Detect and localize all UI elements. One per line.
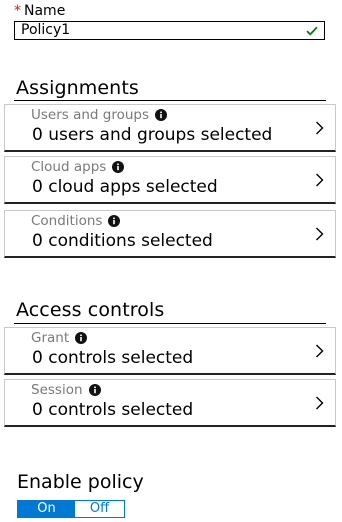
cloud-apps-value: 0 cloud apps selected xyxy=(32,177,218,197)
chevron-right-icon xyxy=(315,173,324,187)
assignments-divider xyxy=(14,100,326,101)
info-icon[interactable] xyxy=(88,384,101,396)
chevron-right-icon xyxy=(315,121,324,135)
checkmark-icon xyxy=(306,26,318,36)
grant-value: 0 controls selected xyxy=(32,348,194,368)
card-title: Cloud apps xyxy=(31,158,125,176)
info-icon[interactable] xyxy=(75,332,88,344)
cloud-apps-title: Cloud apps xyxy=(31,159,107,175)
chevron-right-icon xyxy=(315,344,324,358)
cloud-apps-card[interactable]: Cloud apps 0 cloud apps selected xyxy=(4,156,336,204)
access-controls-heading: Access controls xyxy=(16,299,165,321)
card-title: Conditions xyxy=(31,212,121,230)
toggle-on-option[interactable]: On xyxy=(18,501,75,517)
users-and-groups-card[interactable]: Users and groups 0 users and groups sele… xyxy=(4,104,336,152)
card-title: Session xyxy=(31,381,101,399)
session-value: 0 controls selected xyxy=(32,400,194,420)
users-and-groups-value: 0 users and groups selected xyxy=(32,125,273,145)
chevron-right-icon xyxy=(315,227,324,241)
grant-card[interactable]: Grant 0 controls selected xyxy=(4,327,336,375)
name-input[interactable]: Policy1 xyxy=(14,21,325,40)
name-field-label: * Name xyxy=(14,2,65,20)
session-card[interactable]: Session 0 controls selected xyxy=(4,379,336,427)
conditions-value: 0 conditions selected xyxy=(32,231,213,251)
access-controls-divider xyxy=(14,323,326,324)
card-title: Users and groups xyxy=(31,106,168,124)
chevron-right-icon xyxy=(315,396,324,410)
enable-policy-label: Enable policy xyxy=(17,471,144,493)
conditions-title: Conditions xyxy=(31,213,103,229)
conditions-card[interactable]: Conditions 0 conditions selected xyxy=(4,210,336,258)
assignments-heading: Assignments xyxy=(16,77,139,99)
required-marker: * xyxy=(14,3,21,19)
info-icon[interactable] xyxy=(108,215,121,227)
users-and-groups-title: Users and groups xyxy=(31,107,150,123)
grant-title: Grant xyxy=(31,330,70,346)
info-icon[interactable] xyxy=(155,109,168,121)
name-input-value[interactable]: Policy1 xyxy=(21,22,306,39)
info-icon[interactable] xyxy=(112,161,125,173)
name-label-text: Name xyxy=(24,3,66,19)
session-title: Session xyxy=(31,382,83,398)
toggle-off-option[interactable]: Off xyxy=(75,501,124,517)
card-title: Grant xyxy=(31,329,88,347)
enable-policy-toggle[interactable]: On Off xyxy=(17,500,125,518)
